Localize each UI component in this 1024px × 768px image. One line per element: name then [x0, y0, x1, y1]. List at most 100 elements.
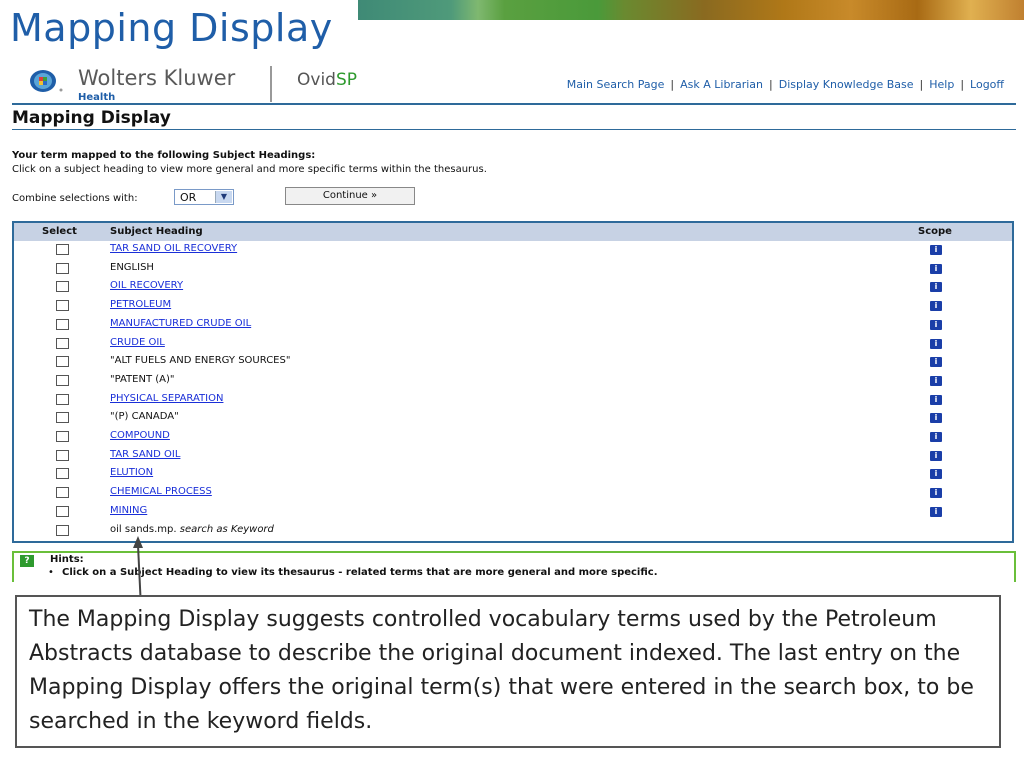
table-row: COMPOUND i — [14, 428, 1012, 446]
top-nav: Main Search Page | Ask A Librarian | Display… — [567, 78, 1004, 91]
select-checkbox[interactable] — [56, 262, 69, 274]
nav-help[interactable]: Help — [929, 78, 954, 91]
select-checkbox[interactable] — [56, 524, 69, 536]
wolters-kluwer-logo-icon — [30, 70, 63, 92]
subject-heading-link[interactable]: PHYSICAL SEPARATION — [110, 393, 223, 404]
nav-separator: | — [919, 78, 924, 91]
subject-heading-link[interactable]: TAR SAND OIL RECOVERY — [110, 243, 237, 254]
page-title: Mapping Display — [12, 108, 171, 128]
continue-button[interactable]: Continue » — [285, 187, 415, 205]
table-row: "ALT FUELS AND ENERGY SOURCES" i — [14, 353, 1012, 371]
subject-heading-link[interactable]: TAR SAND OIL — [110, 449, 180, 460]
slide-title: Mapping Display — [10, 6, 333, 50]
subject-heading-link[interactable]: MANUFACTURED CRUDE OIL — [110, 318, 251, 329]
select-checkbox[interactable] — [56, 487, 69, 499]
table-row: PHYSICAL SEPARATION i — [14, 391, 1012, 409]
select-checkbox[interactable] — [56, 374, 69, 386]
scope-info-icon[interactable]: i — [930, 357, 942, 368]
table-row: MINING i — [14, 503, 1012, 521]
combine-select[interactable]: OR ▼ — [174, 189, 234, 205]
scope-info-icon[interactable]: i — [930, 506, 942, 517]
subject-heading-link[interactable]: MINING — [110, 505, 147, 516]
table-row: ELUTION i — [14, 465, 1012, 483]
header-rule — [12, 103, 1016, 105]
scope-info-icon[interactable]: i — [930, 375, 942, 386]
subject-heading-table: Select Subject Heading Scope TAR SAND OI… — [12, 221, 1014, 543]
select-checkbox[interactable] — [56, 300, 69, 312]
subject-heading-link[interactable]: CHEMICAL PROCESS — [110, 486, 212, 497]
select-checkbox[interactable] — [56, 412, 69, 424]
table-header: Select Subject Heading Scope — [14, 223, 1012, 241]
scope-info-icon[interactable]: i — [930, 245, 942, 255]
hints-label: Hints: — [50, 554, 84, 565]
select-checkbox[interactable] — [56, 449, 69, 461]
table-row: "PATENT (A)" i — [14, 372, 1012, 390]
subject-heading-text: "ALT FUELS AND ENERGY SOURCES" — [110, 355, 291, 367]
scope-info-icon[interactable]: i — [930, 282, 942, 293]
ovid-screenshot: Wolters Kluwer Health OvidSP Main Search… — [0, 58, 1024, 582]
nav-display-knowledge-base[interactable]: Display Knowledge Base — [779, 78, 914, 91]
nav-ask-a-librarian[interactable]: Ask A Librarian — [680, 78, 763, 91]
table-row: CHEMICAL PROCESS i — [14, 484, 1012, 502]
scope-info-icon[interactable]: i — [930, 338, 942, 349]
keyword-suffix: search as Keyword — [179, 523, 274, 535]
table-row: PETROLEUM i — [14, 297, 1012, 315]
subject-heading-link[interactable]: ELUTION — [110, 467, 153, 478]
scope-info-icon[interactable]: i — [930, 394, 942, 405]
brand-sub: Health — [78, 92, 116, 103]
select-checkbox[interactable] — [56, 505, 69, 517]
nav-separator: | — [769, 78, 773, 91]
help-icon: ? — [20, 555, 34, 567]
subject-heading-link[interactable]: CRUDE OIL — [110, 337, 165, 348]
select-checkbox[interactable] — [56, 468, 69, 480]
scope-info-icon[interactable]: i — [930, 450, 942, 461]
nav-main-search-page[interactable]: Main Search Page — [567, 78, 665, 91]
scope-info-icon[interactable]: i — [930, 319, 942, 330]
keyword-row: oil sands.mp. search as Keyword — [14, 522, 1012, 540]
select-checkbox[interactable] — [56, 318, 69, 330]
bullet-icon: • — [48, 567, 54, 578]
table-row: TAR SAND OIL i — [14, 447, 1012, 465]
select-checkbox[interactable] — [56, 393, 69, 405]
header-subject-heading: Subject Heading — [110, 226, 203, 237]
subject-heading-text: "PATENT (A)" — [110, 373, 175, 385]
subject-heading-text: "(P) CANADA" — [110, 411, 179, 423]
title-rule — [12, 129, 1016, 130]
table-row: CRUDE OIL i — [14, 335, 1012, 353]
scope-info-icon[interactable]: i — [930, 413, 942, 424]
select-checkbox[interactable] — [56, 356, 69, 368]
product-ovid: Ovid — [297, 70, 336, 90]
nav-separator: | — [670, 78, 675, 91]
scope-info-icon[interactable]: i — [930, 488, 942, 499]
intro-text: Click on a subject heading to view more … — [12, 164, 487, 175]
subject-heading-link[interactable]: COMPOUND — [110, 430, 170, 441]
header-scope: Scope — [918, 226, 952, 237]
chevron-down-icon[interactable]: ▼ — [215, 191, 232, 203]
nav-separator: | — [960, 78, 965, 91]
select-checkbox[interactable] — [56, 337, 69, 349]
keyword-term: oil sands.mp. search as Keyword — [110, 524, 274, 535]
scope-info-icon[interactable]: i — [930, 432, 942, 442]
table-row: ENGLISH i — [14, 260, 1012, 278]
table-row: "(P) CANADA" i — [14, 409, 1012, 427]
hint-item: Click on a Subject Heading to view its t… — [62, 567, 658, 578]
subject-heading-link[interactable]: OIL RECOVERY — [110, 280, 183, 291]
scope-info-icon[interactable]: i — [930, 301, 942, 312]
combine-label: Combine selections with: — [12, 193, 138, 204]
select-checkbox[interactable] — [56, 281, 69, 293]
subject-heading-text: ENGLISH — [110, 261, 154, 273]
subject-heading-link[interactable]: PETROLEUM — [110, 299, 171, 310]
table-row: TAR SAND OIL RECOVERY i — [14, 241, 1012, 259]
select-checkbox[interactable] — [56, 244, 69, 255]
intro-heading: Your term mapped to the following Subjec… — [12, 150, 316, 161]
scope-info-icon[interactable]: i — [930, 469, 942, 480]
select-checkbox[interactable] — [56, 431, 69, 442]
nav-logoff[interactable]: Logoff — [970, 78, 1004, 91]
scope-info-icon[interactable]: i — [930, 263, 942, 274]
product-sp: SP — [335, 70, 358, 90]
brand-name: Wolters Kluwer — [78, 66, 236, 90]
table-row: MANUFACTURED CRUDE OIL i — [14, 316, 1012, 334]
hints-box: ? Hints: • Click on a Subject Heading to… — [12, 551, 1016, 582]
combine-select-value: OR — [180, 191, 197, 204]
header-select: Select — [42, 226, 77, 237]
